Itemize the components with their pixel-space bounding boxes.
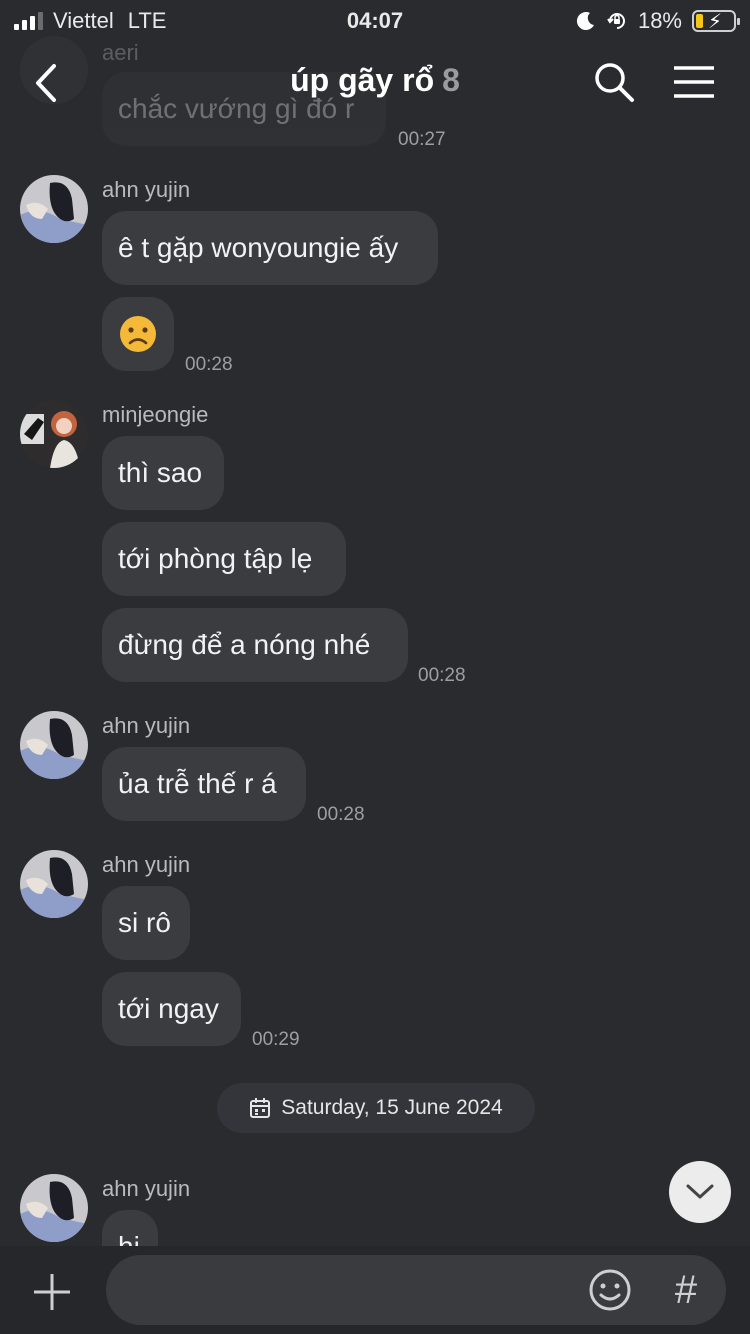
message-bubble[interactable]: ủa trễ thế r á — [102, 747, 306, 821]
avatar[interactable] — [20, 175, 88, 243]
battery-icon: ⚡ — [692, 10, 740, 33]
charging-icon: ⚡ — [708, 11, 723, 33]
avatar[interactable] — [20, 1174, 88, 1242]
chat-title[interactable]: úp gãy rổ 8 — [0, 62, 750, 99]
message-bubble[interactable]: hi — [102, 1210, 158, 1246]
menu-button[interactable] — [672, 64, 716, 100]
avatar[interactable] — [20, 711, 88, 779]
hashtag-button[interactable]: # — [664, 1262, 708, 1318]
message-time: 00:28 — [418, 665, 466, 686]
emoji-icon — [589, 1269, 631, 1311]
date-divider-label: Saturday, 15 June 2024 — [281, 1096, 503, 1119]
avatar-image — [20, 1174, 88, 1242]
message-bubble[interactable]: tới phòng tập lẹ — [102, 522, 346, 596]
message-bubble[interactable]: thì sao — [102, 436, 224, 510]
member-count: 8 — [442, 62, 460, 98]
sender-name: minjeongie — [102, 402, 209, 427]
search-icon — [595, 63, 634, 102]
chat-header: úp gãy rổ 8 — [0, 42, 750, 128]
sender-name: ahn yujin — [102, 1176, 191, 1201]
message-bubble[interactable]: si rô — [102, 886, 190, 960]
message-bubble[interactable]: đừng để a nóng nhé — [102, 608, 408, 682]
sender-name: ahn yujin — [102, 713, 191, 738]
frowning-face-icon — [120, 316, 156, 352]
message-list[interactable]: aeri chắc vướng gì đó r 00:27 ahn yujin … — [0, 0, 750, 1246]
message-time: 00:27 — [398, 129, 446, 150]
hashtag-icon: # — [674, 1268, 698, 1312]
message-time: 00:29 — [252, 1029, 300, 1050]
plus-icon — [34, 1274, 70, 1310]
avatar-image — [20, 850, 88, 918]
avatar-image — [20, 400, 88, 468]
date-divider: Saturday, 15 June 2024 — [217, 1083, 535, 1133]
avatar[interactable] — [20, 850, 88, 918]
search-button[interactable] — [592, 60, 636, 104]
menu-icon — [674, 66, 714, 98]
rotation-lock-icon — [607, 13, 625, 29]
attach-button[interactable] — [30, 1270, 74, 1314]
message-bubble[interactable]: tới ngay — [102, 972, 241, 1046]
emoji-button[interactable] — [588, 1268, 632, 1312]
chat-title-label: úp gãy rổ — [290, 62, 435, 98]
message-composer: # — [0, 1246, 750, 1334]
avatar-image — [20, 175, 88, 243]
message-bubble[interactable]: ê t gặp wonyoungie ấy — [102, 211, 438, 285]
message-input[interactable] — [106, 1255, 726, 1325]
chevron-down-icon — [686, 1184, 714, 1199]
message-time: 00:28 — [317, 804, 365, 825]
calendar-icon — [250, 1098, 271, 1118]
sender-name: ahn yujin — [102, 852, 191, 877]
message-bubble[interactable] — [102, 297, 174, 371]
sender-name: ahn yujin — [102, 177, 191, 202]
battery-percent: 18% — [637, 8, 682, 33]
scroll-to-bottom-button[interactable] — [669, 1161, 731, 1223]
moon-icon — [576, 12, 594, 31]
message-time: 00:28 — [185, 354, 233, 375]
status-bar: Viettel LTE 04:07 18% ⚡ — [0, 0, 750, 42]
avatar[interactable] — [20, 400, 88, 468]
avatar-image — [20, 711, 88, 779]
